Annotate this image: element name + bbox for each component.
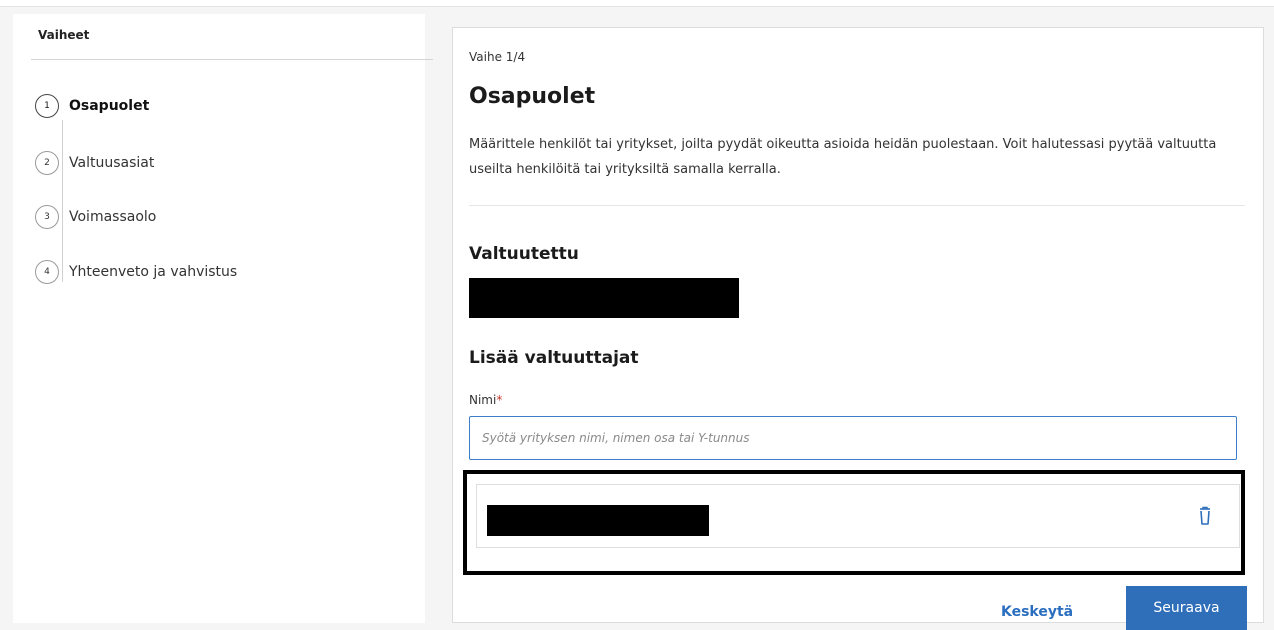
step-label: Osapuolet: [69, 98, 150, 114]
sidebar-title: Vaiheet: [38, 28, 90, 42]
step-valtuusasiat[interactable]: 2 Valtuusasiat: [35, 148, 154, 178]
step-label: Yhteenveto ja vahvistus: [69, 264, 238, 280]
step-osapuolet[interactable]: 1 Osapuolet: [35, 91, 149, 121]
name-label-text: Nimi: [469, 393, 497, 407]
trash-icon[interactable]: [1193, 504, 1217, 528]
page-title: Osapuolet: [469, 84, 596, 109]
required-mark: *: [496, 393, 503, 407]
steps-sidebar: Vaiheet 1 Osapuolet 2 Valtuusasiat 3 Voi…: [13, 14, 433, 623]
step-label: Voimassaolo: [69, 209, 157, 225]
selected-valtuuttaja-item: [476, 484, 1240, 548]
step-yhteenveto[interactable]: 4 Yhteenveto ja vahvistus: [35, 257, 237, 287]
sidebar-divider: [31, 59, 433, 60]
redacted-valtuuttaja-name: [487, 505, 709, 536]
step-number: 4: [35, 260, 59, 284]
step-number: 1: [35, 94, 59, 118]
add-valtuuttajat-heading: Lisää valtuuttajat: [469, 348, 639, 368]
name-field-label: Nimi*: [469, 393, 502, 407]
page-description: Määrittele henkilöt tai yritykset, joilt…: [469, 137, 1217, 177]
top-bar: [0, 0, 1274, 7]
step-number: 3: [35, 205, 59, 229]
cancel-button[interactable]: Keskeytä: [993, 600, 1081, 624]
phase-indicator: Vaihe 1/4: [469, 50, 526, 64]
main-card: Vaihe 1/4 Osapuolet Määrittele henkilöt …: [452, 27, 1264, 630]
search-input[interactable]: [469, 416, 1237, 460]
redacted-valtuutettu-name: [469, 278, 739, 318]
valtuutettu-heading: Valtuutettu: [469, 244, 579, 264]
step-number: 2: [35, 151, 59, 175]
section-divider: [469, 205, 1245, 206]
step-label: Valtuusasiat: [69, 155, 155, 171]
next-button[interactable]: Seuraava: [1126, 586, 1247, 630]
step-voimassaolo[interactable]: 3 Voimassaolo: [35, 202, 156, 232]
